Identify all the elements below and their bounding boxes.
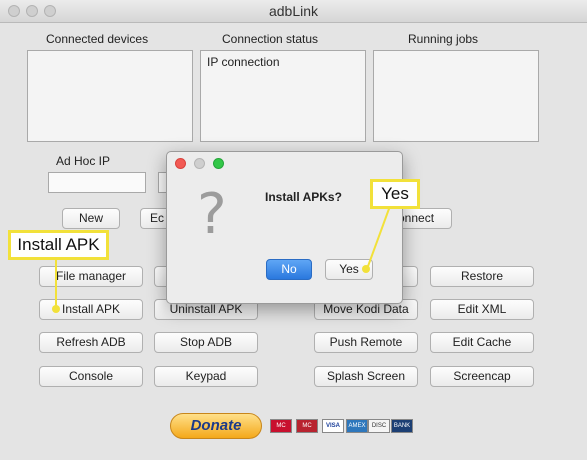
install-apk-callout-dot [52, 305, 60, 313]
yes-callout-dot [362, 265, 370, 273]
yes-callout-line [366, 205, 391, 270]
install-apk-callout: Install APK [8, 230, 109, 260]
yes-callout: Yes [370, 179, 420, 209]
